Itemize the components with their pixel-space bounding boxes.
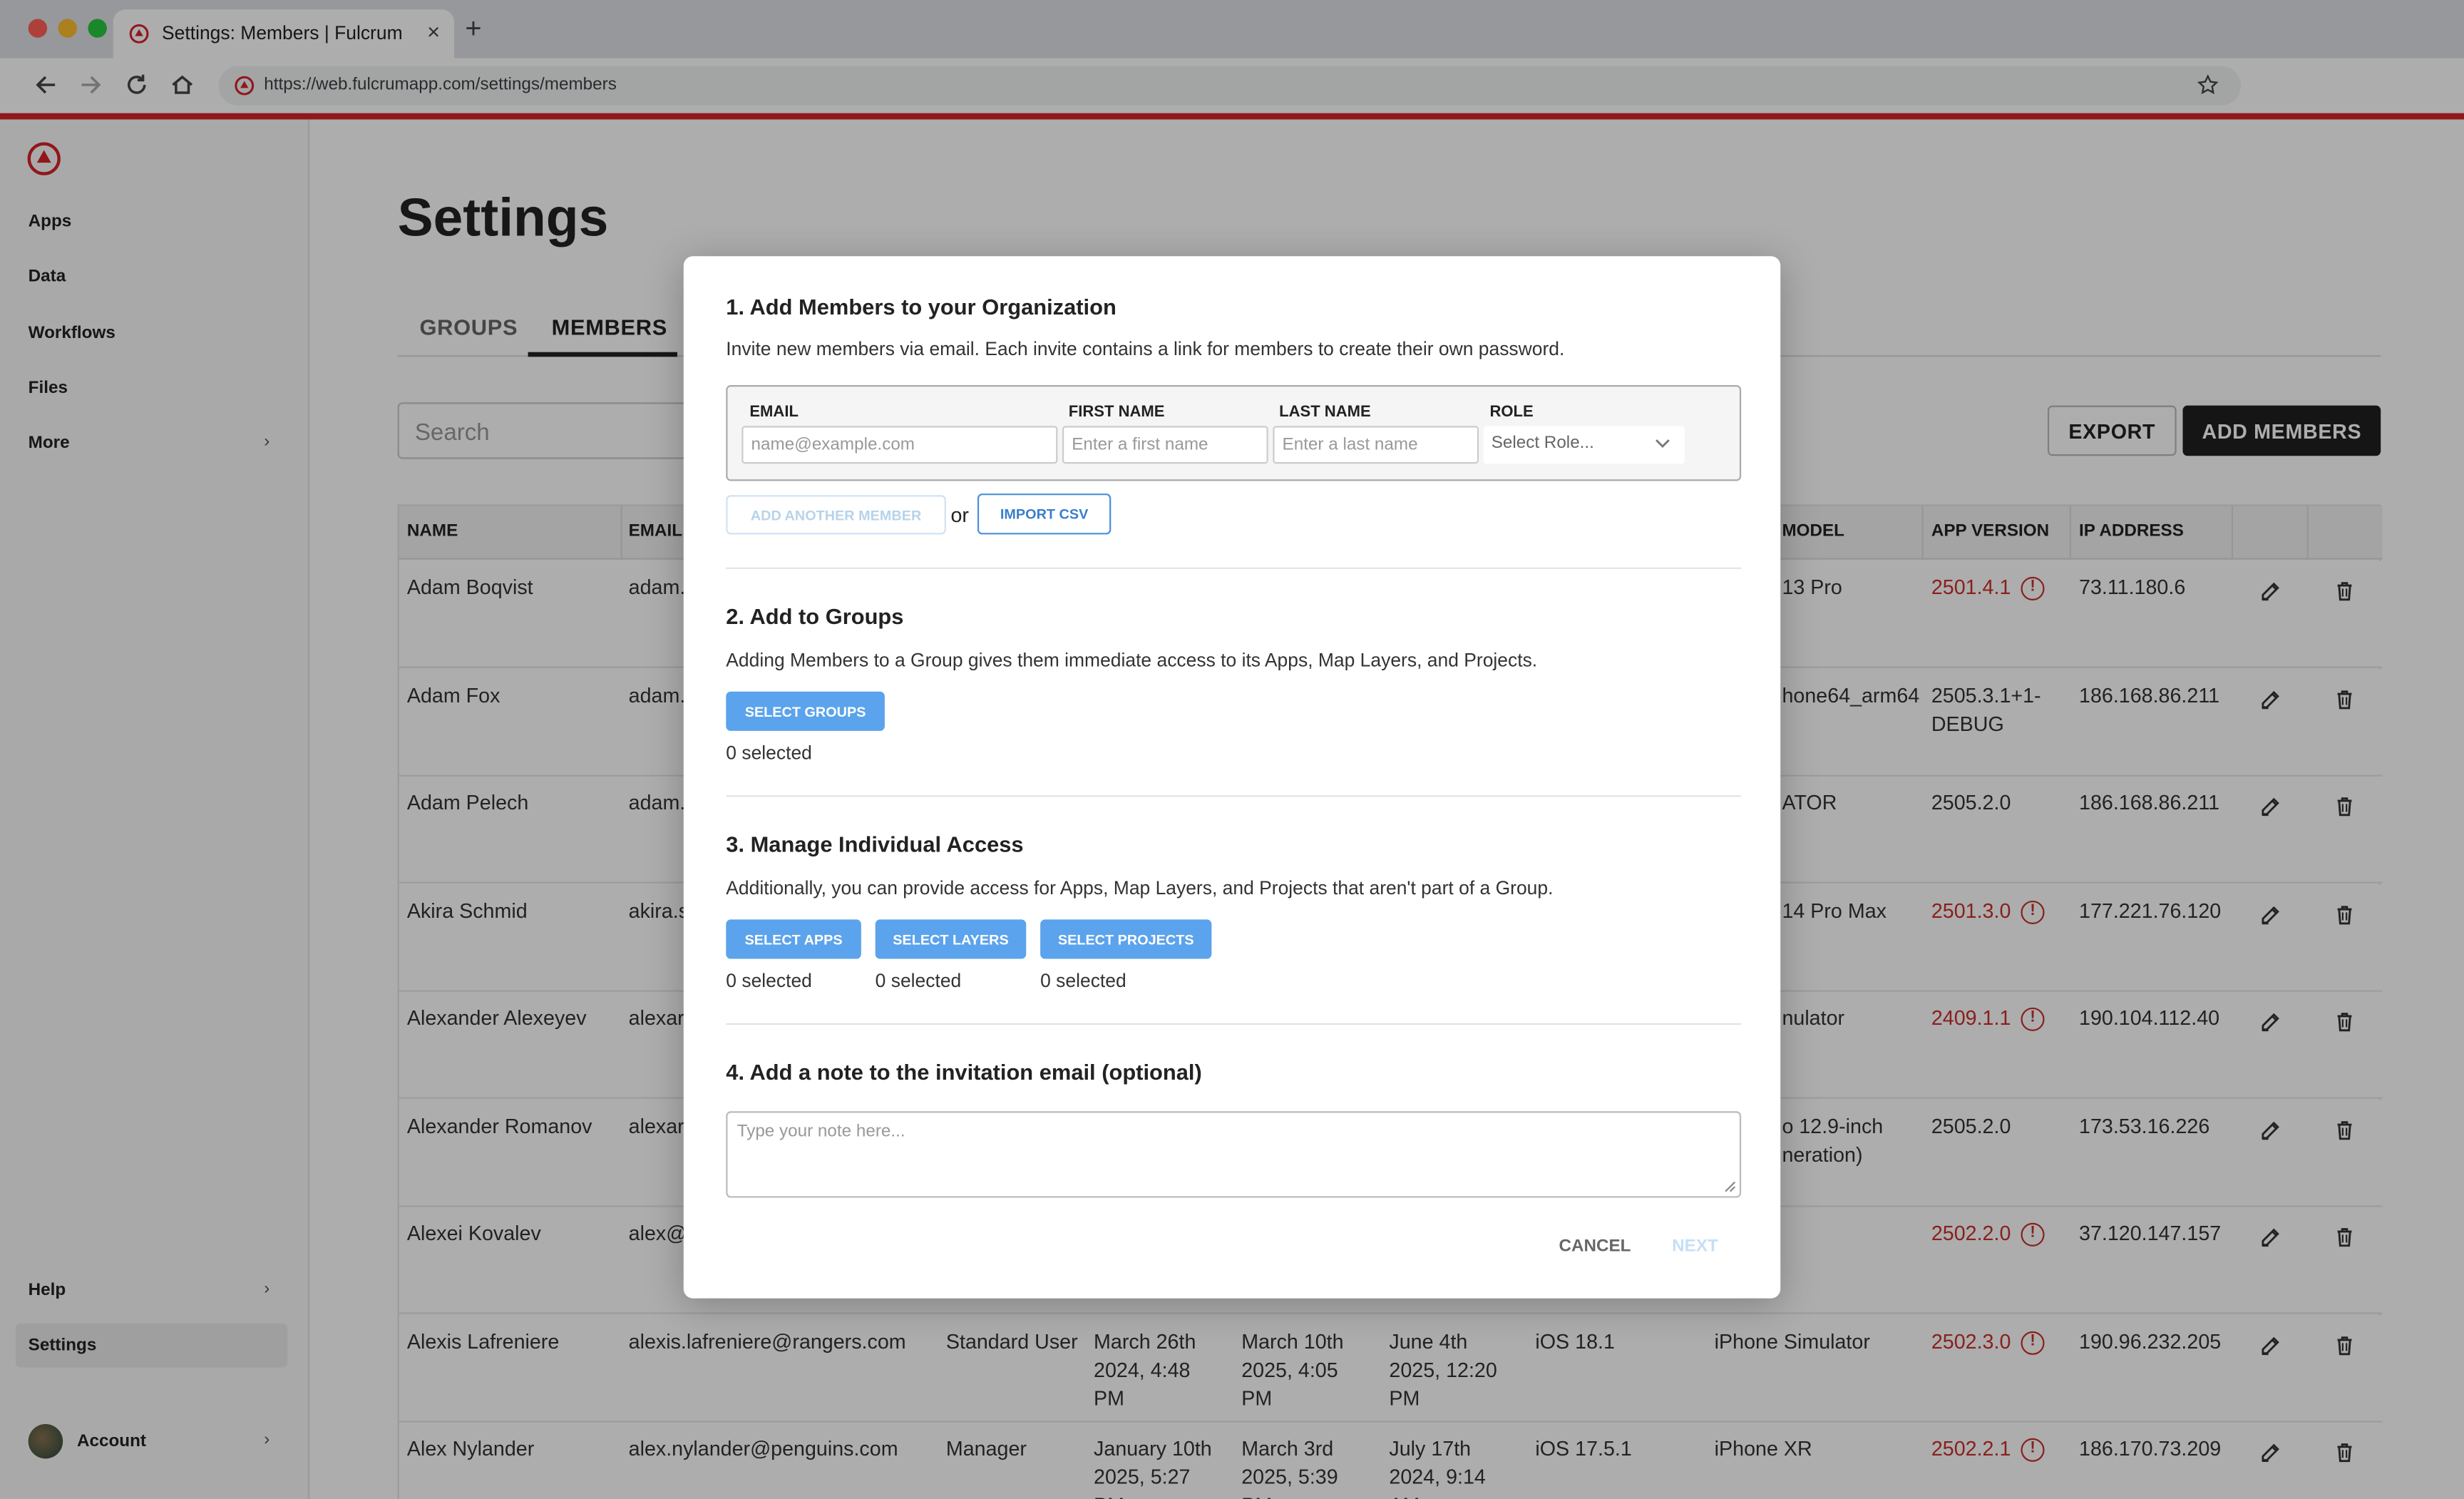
section-description: Invite new members via email. Each invit…	[726, 337, 1565, 360]
apps-selected-count: 0 selected	[726, 969, 812, 992]
member-form-row: EMAIL name@example.com FIRST NAME Enter …	[726, 385, 1742, 481]
add-members-modal: 1. Add Members to your Organization Invi…	[683, 256, 1781, 1299]
section-title-add-members: 1. Add Members to your Organization	[726, 294, 1116, 319]
next-button[interactable]: NEXT	[1672, 1237, 1718, 1256]
last-name-field[interactable]: Enter a last name	[1273, 426, 1479, 464]
first-name-placeholder: Enter a first name	[1072, 435, 1208, 454]
note-placeholder: Type your note here...	[736, 1122, 905, 1142]
resize-grip-icon[interactable]	[1724, 1180, 1737, 1193]
groups-selected-count: 0 selected	[726, 742, 812, 764]
section-title-groups: 2. Add to Groups	[726, 603, 904, 629]
import-csv-button[interactable]: IMPORT CSV	[977, 493, 1112, 535]
section-divider	[726, 795, 1742, 797]
role-label: ROLE	[1489, 404, 1534, 421]
section-description: Additionally, you can provide access for…	[726, 876, 1554, 899]
last-name-label: LAST NAME	[1279, 404, 1371, 421]
select-groups-button[interactable]: SELECT GROUPS	[726, 691, 885, 731]
cancel-button[interactable]: CANCEL	[1559, 1237, 1631, 1256]
chevron-down-icon	[1655, 439, 1670, 448]
select-layers-button[interactable]: SELECT LAYERS	[875, 919, 1027, 959]
select-apps-button[interactable]: SELECT APPS	[726, 919, 861, 959]
first-name-label: FIRST NAME	[1068, 404, 1165, 421]
role-placeholder: Select Role...	[1491, 434, 1594, 453]
note-textarea[interactable]: Type your note here...	[726, 1111, 1742, 1198]
section-divider	[726, 1023, 1742, 1025]
last-name-placeholder: Enter a last name	[1282, 435, 1418, 454]
layers-selected-count: 0 selected	[875, 969, 962, 992]
section-description: Adding Members to a Group gives them imm…	[726, 649, 1538, 672]
role-select[interactable]: Select Role...	[1483, 426, 1685, 464]
email-field[interactable]: name@example.com	[741, 426, 1058, 464]
section-title-individual-access: 3. Manage Individual Access	[726, 831, 1024, 857]
first-name-field[interactable]: Enter a first name	[1062, 426, 1268, 464]
email-label: EMAIL	[749, 404, 799, 421]
section-title-note: 4. Add a note to the invitation email (o…	[726, 1059, 1202, 1085]
select-projects-button[interactable]: SELECT PROJECTS	[1040, 919, 1212, 959]
email-placeholder: name@example.com	[751, 435, 915, 454]
add-another-member-button[interactable]: ADD ANOTHER MEMBER	[726, 495, 946, 535]
projects-selected-count: 0 selected	[1040, 969, 1126, 992]
screen: Settings: Members | Fulcrum × + https://…	[0, 0, 2464, 1499]
or-text: or	[950, 503, 969, 527]
section-divider	[726, 567, 1742, 569]
